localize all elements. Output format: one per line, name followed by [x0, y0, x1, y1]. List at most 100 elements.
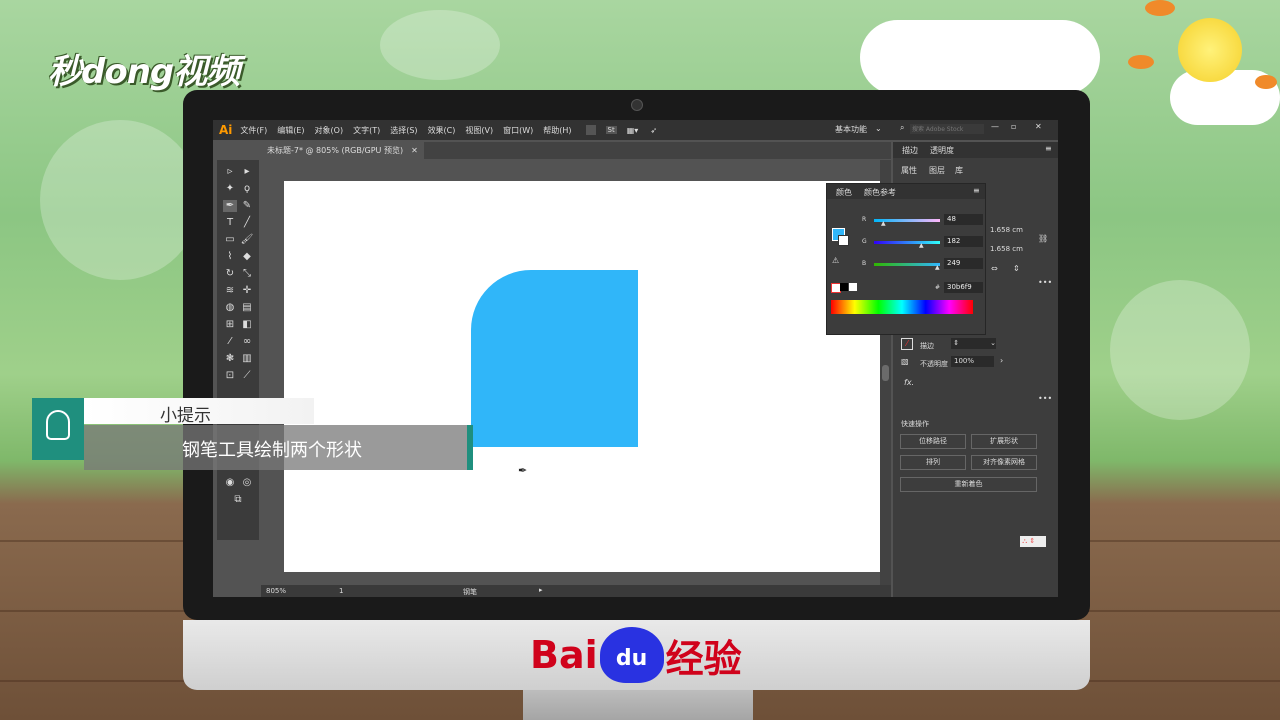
flip-horizontal-icon[interactable]: ⇔ — [991, 264, 998, 273]
b-value-field[interactable]: 249 — [944, 258, 983, 269]
opacity-label[interactable]: 不透明度 — [920, 359, 948, 369]
b-slider[interactable] — [874, 263, 940, 266]
rectangle-tool-icon[interactable]: ▭ — [223, 234, 237, 246]
menu-type[interactable]: 文字(T) — [353, 125, 380, 136]
stroke-label[interactable]: 描边 — [920, 341, 934, 351]
slider-thumb-icon[interactable]: ▲ — [919, 242, 924, 249]
g-value-field[interactable]: 182 — [944, 236, 983, 247]
chevron-right-icon[interactable]: › — [1000, 356, 1003, 365]
type-tool-icon[interactable]: T — [223, 217, 237, 229]
menu-effect[interactable]: 效果(C) — [428, 125, 456, 136]
fx-label[interactable]: fx. — [904, 378, 914, 387]
minimize-icon[interactable]: — — [991, 122, 999, 131]
tab-stroke[interactable]: 描边 — [902, 145, 918, 156]
align-pixel-grid-button[interactable]: 对齐像素网格 — [971, 455, 1037, 470]
shape-builder-tool-icon[interactable]: ◍ — [223, 302, 237, 314]
expand-shape-button[interactable]: 扩展形状 — [971, 434, 1037, 449]
close-icon[interactable]: ✕ — [1035, 122, 1042, 131]
document-tab[interactable]: 未标题-7* @ 805% (RGB/GPU 预览) ✕ — [261, 142, 424, 159]
curvature-tool-icon[interactable]: ✎ — [240, 200, 254, 212]
panel-menu-icon[interactable]: ≡ — [973, 186, 980, 195]
out-of-gamut-icon[interactable]: ⚠ — [832, 256, 839, 265]
paintbrush-tool-icon[interactable]: 🖌 — [240, 234, 254, 246]
tab-color[interactable]: 颜色 — [836, 187, 852, 198]
white-swatch[interactable] — [849, 283, 857, 291]
more-options-icon[interactable]: ••• — [1038, 278, 1052, 287]
more-options-icon[interactable]: ••• — [1038, 394, 1052, 403]
menu-window[interactable]: 窗口(W) — [503, 125, 533, 136]
search-icon: ⌕ — [900, 123, 905, 132]
scale-widget[interactable]: ⛬ ⇕ — [1020, 536, 1046, 547]
stock-button[interactable]: St — [605, 126, 617, 134]
rotate-tool-icon[interactable]: ↻ — [223, 268, 237, 280]
tab-color-guide[interactable]: 颜色参考 — [864, 187, 896, 198]
g-slider[interactable] — [874, 241, 940, 244]
flip-vertical-icon[interactable]: ⇕ — [1013, 264, 1020, 273]
lasso-tool-icon[interactable]: ϙ — [240, 183, 254, 195]
arrange-button[interactable]: 排列 — [900, 455, 966, 470]
rocket-icon[interactable]: ➶ — [650, 126, 657, 135]
hex-value-field[interactable]: 30b6f9 — [944, 282, 983, 293]
bridge-icon[interactable] — [585, 125, 596, 135]
graph-tool-icon[interactable]: ▥ — [240, 353, 254, 365]
line-tool-icon[interactable]: ╱ — [240, 217, 254, 229]
play-icon[interactable]: ▸ — [539, 586, 543, 594]
scale-tool-icon[interactable]: ⤡ — [240, 268, 254, 280]
rounded-blue-shape[interactable] — [471, 270, 638, 447]
arrange-docs-icon[interactable]: ▦▾ — [627, 126, 639, 135]
slice-tool-icon[interactable]: ⟋ — [240, 370, 254, 382]
menu-file[interactable]: 文件(F) — [240, 125, 267, 136]
zoom-level[interactable]: 805% — [266, 587, 286, 595]
black-swatch[interactable] — [840, 283, 848, 291]
stroke-color-swatch[interactable] — [838, 235, 849, 246]
perspective-tool-icon[interactable]: ▤ — [240, 302, 254, 314]
eraser-tool-icon[interactable]: ◆ — [240, 251, 254, 263]
opacity-field[interactable]: 100% — [951, 356, 994, 367]
gradient-tool-icon[interactable]: ◧ — [240, 319, 254, 331]
direct-selection-tool-icon[interactable]: ▸ — [240, 166, 254, 178]
sun-decoration — [1178, 18, 1242, 82]
search-input[interactable] — [910, 124, 984, 134]
width-field[interactable]: 1.658 cm — [990, 226, 1023, 234]
draw-mode-icon[interactable]: ◉ — [223, 477, 237, 489]
eyedropper-tool-icon[interactable]: ⁄ — [223, 336, 237, 348]
scrollbar-thumb[interactable] — [882, 365, 889, 381]
panel-menu-icon[interactable]: ≡ — [1045, 144, 1052, 153]
shaper-tool-icon[interactable]: ⌇ — [223, 251, 237, 263]
pen-tool-icon[interactable]: ✒ — [223, 200, 237, 212]
tab-libraries[interactable]: 库 — [955, 165, 963, 176]
selection-tool-icon[interactable]: ▹ — [223, 166, 237, 178]
offset-path-button[interactable]: 位移路径 — [900, 434, 966, 449]
tab-layers[interactable]: 图层 — [929, 165, 945, 176]
magic-wand-tool-icon[interactable]: ✦ — [223, 183, 237, 195]
close-tab-icon[interactable]: ✕ — [411, 146, 418, 155]
menu-object[interactable]: 对象(O) — [315, 125, 344, 136]
maximize-icon[interactable]: ▫ — [1011, 122, 1016, 131]
artboard-number[interactable]: 1 — [339, 587, 343, 595]
constrain-proportions-icon[interactable]: ⛓ — [1038, 234, 1048, 243]
tab-properties[interactable]: 属性 — [901, 165, 917, 176]
stroke-swatch-icon[interactable]: ⁄ — [901, 338, 913, 350]
menu-edit[interactable]: 编辑(E) — [277, 125, 304, 136]
slider-thumb-icon[interactable]: ▲ — [935, 264, 940, 271]
blend-tool-icon[interactable]: ∞ — [240, 336, 254, 348]
r-value-field[interactable]: 48 — [944, 214, 983, 225]
color-spectrum-bar[interactable] — [831, 300, 973, 314]
artboard-canvas[interactable]: ✒ — [284, 181, 880, 572]
menu-help[interactable]: 帮助(H) — [543, 125, 571, 136]
menu-select[interactable]: 选择(S) — [390, 125, 417, 136]
menu-view[interactable]: 视图(V) — [465, 125, 493, 136]
artboard-tool-icon[interactable]: ⊡ — [223, 370, 237, 382]
screen-mode-icon[interactable]: ⧉ — [231, 494, 245, 506]
free-transform-tool-icon[interactable]: ✛ — [240, 285, 254, 297]
workspace-switcher[interactable]: 基本功能 — [835, 124, 867, 135]
mesh-tool-icon[interactable]: ⊞ — [223, 319, 237, 331]
height-field[interactable]: 1.658 cm — [990, 245, 1023, 253]
symbol-sprayer-tool-icon[interactable]: ❃ — [223, 353, 237, 365]
warp-tool-icon[interactable]: ≋ — [223, 285, 237, 297]
tab-transparency[interactable]: 透明度 — [930, 145, 954, 156]
stroke-weight-stepper[interactable]: ⇕ ⌄ — [951, 338, 996, 349]
draw-inside-icon[interactable]: ◎ — [240, 477, 254, 489]
slider-thumb-icon[interactable]: ▲ — [881, 220, 886, 227]
recolor-button[interactable]: 重新着色 — [900, 477, 1037, 492]
